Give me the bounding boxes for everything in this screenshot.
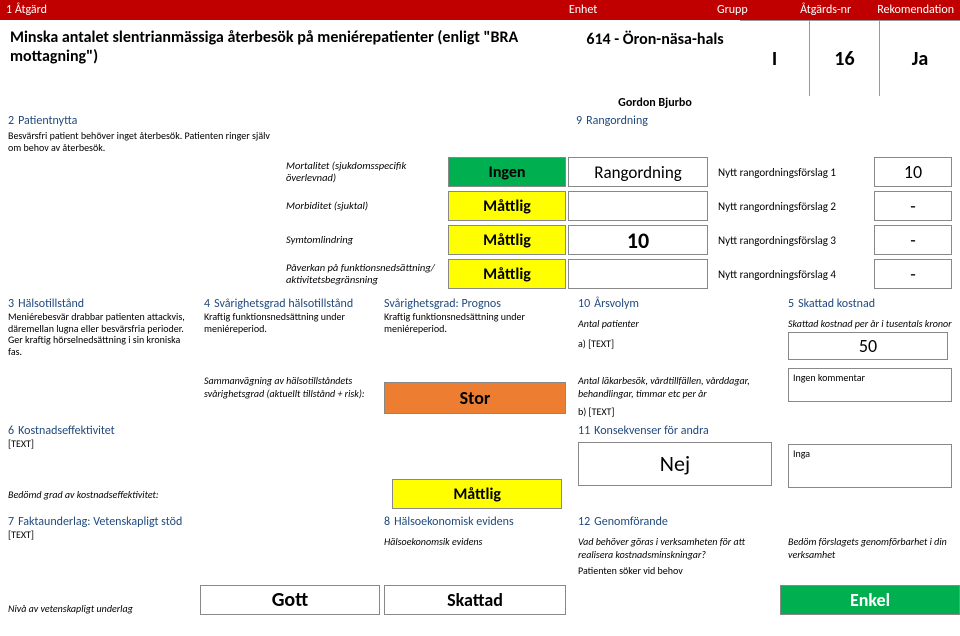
sec6-head: 6Kostnadseffektivitet [8,424,562,438]
rank3-main: 10 [568,225,708,255]
sec5-head: 5Skattad kostnad [788,297,952,311]
inga-box: Inga [788,444,952,488]
stor-pill: Stor [384,382,566,414]
recommendation-value: Ja [880,20,960,96]
b-text: b) [TEXT] [578,406,772,418]
rank2-main [568,191,708,221]
action-title: Minska antalet slentrianmässiga återbesö… [0,20,570,96]
prognos-body: Kraftig funktionsnedsättning under menié… [384,311,566,334]
rank-row-4: Påverkan på funktionsnedsättning/ aktivi… [280,257,960,291]
no-comment-box: Ingen kommentar [788,368,952,402]
lakare-label: Antal läkarbesök, vårdtillfällen, vårdda… [578,374,772,400]
sec12-q: Vad behöver göras i verksamheten för att… [578,535,772,561]
rank1-val: 10 [874,157,952,187]
rank2-pill: Måttlig [448,191,566,221]
sec7-sub: Nivå av vetenskapligt underlag [0,602,200,615]
action-nr-value: 16 [810,20,880,96]
sec4-body: Kraftig funktionsnedsättning under menié… [204,311,376,334]
rank-row-3: Symtomlindring Måttlig 10 Nytt rangordni… [280,223,960,257]
rank4-text: Nytt rangordningsförslag 4 [708,268,874,281]
sec8-sub: Hälsoekonomsik evidens [384,535,566,548]
sec11-head: 11Konsekvenser för andra [578,424,772,438]
rank1-main: Rangordning [568,157,708,187]
sec6-body: [TEXT] [8,438,562,450]
section-3-5-row: 3Hälsotillstånd Meniérebesvär drabbar pa… [0,295,960,362]
sec5-sub: Skattad kostnad per år i tusentals krono… [788,317,952,330]
footer-pill-row: Nivå av vetenskapligt underlag Gott Skat… [0,585,960,615]
rank2-label: Morbiditet (sjuktal) [280,200,448,212]
hdr-nr: Åtgärds-nr [786,3,865,17]
sec9-head: 9Rangordning [576,114,952,128]
hdr-grupp: Grupp [717,3,786,17]
samman-label: Sammanvägning av hälsotillståndets svåri… [204,374,376,400]
sec10-sub2: a) [TEXT] [578,338,772,350]
sec12-head: 12Genomförande [578,515,772,529]
clinic-name: 614 - Öron-näsa-hals [570,20,740,96]
sec6-sub: Bedömd grad av kostnadseffektivitet: [8,488,312,501]
mid-row: Sammanvägning av hälsotillståndets svåri… [0,368,960,418]
rank4-val: - [874,259,952,289]
rank3-text: Nytt rangordningsförslag 3 [708,234,874,247]
sec10-head: 10Årsvolym [578,297,772,311]
rank4-pill: Måttlig [448,259,566,289]
sec4-head: 4Svårighetsgrad hälsotillstånd [204,297,376,311]
rank2-text: Nytt rangordningsförslag 2 [708,200,874,213]
hdr-enhet: Enhet [569,3,717,17]
sec2-desc: Besvärsfri patient behöver inget återbes… [8,130,272,153]
sec7-head: 7Faktaunderlag: Vetenskapligt stöd [8,515,372,529]
sec7-pill: Gott [200,585,380,615]
rank1-text: Nytt rangordningsförslag 1 [708,166,874,179]
rank-row-2: Morbiditet (sjuktal) Måttlig Nytt rangor… [280,189,960,223]
sec8-pill: Skattad [384,585,566,615]
sec3-body: Meniérebesvär drabbar patienten attackvi… [8,311,192,357]
rank4-label: Påverkan på funktionsnedsättning/ aktivi… [280,262,448,285]
sec12-a: Patienten söker vid behov [578,565,772,577]
title-row: Minska antalet slentrianmässiga återbesö… [0,20,960,96]
hdr-num: 1 [6,3,12,17]
rank1-pill: Ingen [448,157,566,187]
sec10-sub1: Antal patienter [578,317,772,330]
sec6-pill: Måttlig [392,479,562,509]
prognos-head: Svårighetsgrad: Prognos [384,297,566,311]
hdr-rek: Rekomendation [865,3,954,17]
rank4-main [568,259,708,289]
clinician-name: Gordon Bjurbo [570,96,740,112]
section-2-9-heads: 2Patientnytta Besvärsfri patient behöver… [0,112,960,155]
sec12-right: Bedöm förslagets genomförbarhet i din ve… [788,535,952,561]
top-header: 1 Åtgärd Enhet Grupp Åtgärds-nr Rekomend… [0,0,960,20]
rank2-val: - [874,191,952,221]
section-6-11-row: 6Kostnadseffektivitet [TEXT] Bedömd grad… [0,422,960,512]
rank3-val: - [874,225,952,255]
kost-row: Bedömd grad av kostnadseffektivitet: Måt… [8,479,562,509]
rank-row-1: Mortalitet (sjukdomsspecifik överlevnad)… [280,155,960,189]
rank3-pill: Måttlig [448,225,566,255]
hdr-atgard: Åtgärd [15,3,47,17]
rank1-label: Mortalitet (sjukdomsspecifik överlevnad) [280,160,448,183]
ranking-table: Mortalitet (sjukdomsspecifik överlevnad)… [280,155,960,291]
nej-box: Nej [578,442,772,486]
cost-value: 50 [788,332,948,360]
sec12-pill: Enkel [780,585,960,615]
sec7-body: [TEXT] [8,529,372,541]
sec3-head: 3Hälsotillstånd [8,297,192,311]
group-value: I [740,20,810,96]
rank3-label: Symtomlindring [280,234,448,246]
section-7-12-row: 7Faktaunderlag: Vetenskapligt stöd [TEXT… [0,513,960,579]
sec2-head: 2Patientnytta [8,114,272,128]
clinician-row: Gordon Bjurbo [0,96,960,112]
sec8-head: 8Hälsoekonomisk evidens [384,515,566,529]
